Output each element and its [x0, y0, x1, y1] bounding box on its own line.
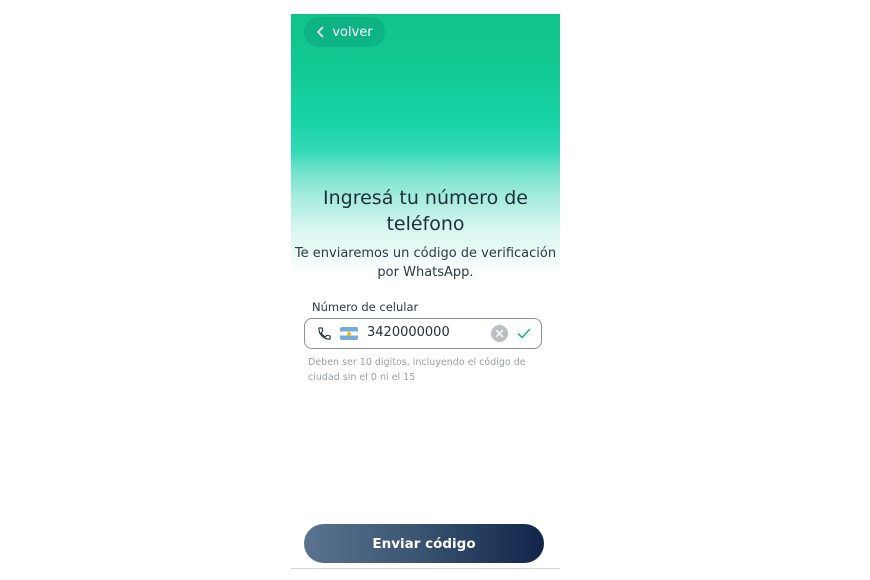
send-code-button-label: Enviar código [372, 535, 476, 552]
screenshot-stage: volver Ingresá tu número de teléfono Te … [0, 0, 870, 580]
back-button[interactable]: volver [304, 17, 385, 47]
back-button-label: volver [332, 24, 373, 40]
phone-field[interactable] [304, 318, 542, 349]
send-code-button[interactable]: Enviar código [304, 524, 544, 563]
page-title: Ingresá tu número de teléfono [323, 187, 528, 235]
chevron-left-icon [317, 26, 324, 38]
phone-field-label: Número de celular [312, 300, 419, 314]
argentina-flag-icon[interactable] [340, 327, 358, 340]
phone-number-input[interactable] [367, 325, 487, 340]
page-subtitle: Te enviaremos un código de verificación … [294, 246, 557, 280]
clear-input-button[interactable] [491, 325, 508, 342]
check-icon [517, 328, 531, 339]
flag-sun [347, 331, 351, 336]
phone-icon [318, 327, 331, 340]
phone-screen: volver Ingresá tu número de teléfono Te … [291, 14, 560, 569]
bottom-divider [291, 568, 560, 569]
close-icon [495, 329, 504, 338]
phone-helper-text: Deben ser 10 digitos, incluyendo el códi… [308, 357, 526, 383]
